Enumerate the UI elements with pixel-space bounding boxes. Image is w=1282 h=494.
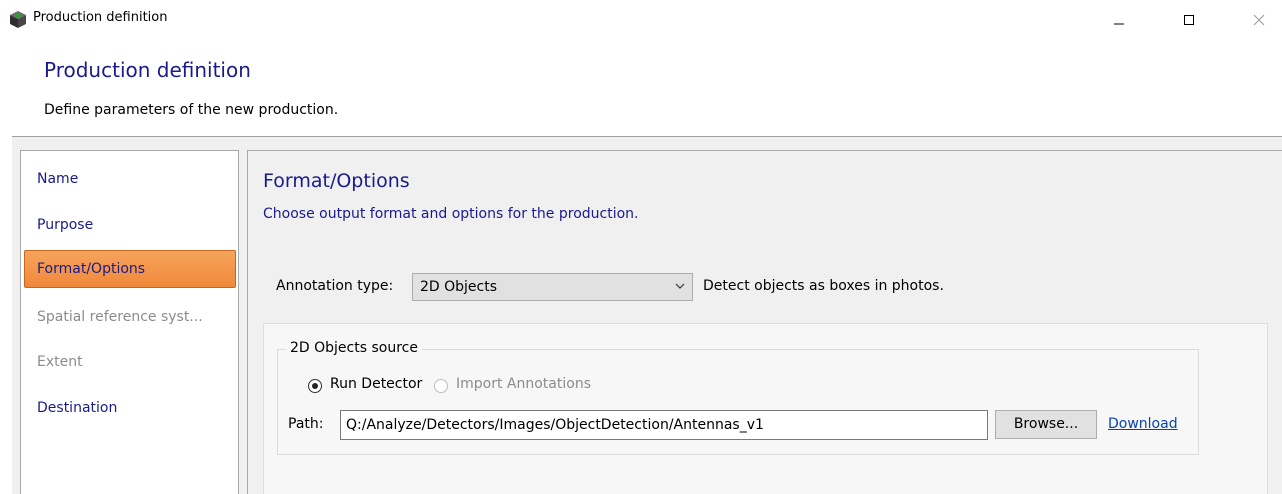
maximize-button[interactable] — [1166, 6, 1212, 34]
section-title: Format/Options — [263, 170, 410, 192]
objects-source-group: 2D Objects source Run Detector Import An… — [277, 340, 1199, 455]
annotation-type-hint: Detect objects as boxes in photos. — [703, 278, 944, 294]
close-icon — [1253, 14, 1265, 26]
annotation-type-label: Annotation type: — [276, 278, 394, 294]
minimize-button[interactable] — [1096, 6, 1142, 34]
run-detector-label[interactable]: Run Detector — [330, 376, 422, 392]
download-link[interactable]: Download — [1108, 416, 1178, 432]
window-title: Production definition — [33, 10, 168, 25]
title-bar: Production definition — [0, 0, 1282, 40]
wizard-steps-sidebar: Name Purpose Format/Options Spatial refe… — [20, 150, 239, 494]
sidebar-item-extent: Extent — [37, 354, 83, 370]
run-detector-radio[interactable] — [308, 379, 322, 393]
sidebar-item-destination[interactable]: Destination — [24, 389, 236, 427]
path-input[interactable]: Q:/Analyze/Detectors/Images/ObjectDetect… — [340, 410, 988, 440]
maximize-icon — [1184, 15, 1194, 25]
chevron-down-icon — [675, 283, 685, 289]
sidebar-item-spatial-reference-system: Spatial reference syst... — [37, 309, 203, 325]
annotation-type-select[interactable]: 2D Objects — [412, 273, 693, 301]
dark-cube-icon — [10, 11, 26, 28]
browse-button[interactable]: Browse... — [995, 410, 1097, 439]
annotation-type-value: 2D Objects — [420, 279, 498, 295]
path-label: Path: — [288, 416, 324, 432]
options-subpanel: 2D Objects source Run Detector Import An… — [263, 323, 1268, 494]
sidebar-item-format-options[interactable]: Format/Options — [24, 250, 236, 288]
sidebar-item-name[interactable]: Name — [24, 160, 236, 198]
section-description: Choose output format and options for the… — [263, 206, 639, 222]
import-annotations-radio — [434, 379, 448, 393]
import-annotations-label: Import Annotations — [456, 376, 591, 392]
format-options-panel: Format/Options Choose output format and … — [247, 150, 1282, 494]
sidebar-item-purpose[interactable]: Purpose — [24, 206, 236, 244]
wizard-title: Production definition — [44, 58, 251, 82]
group-title: 2D Objects source — [286, 340, 422, 356]
close-button[interactable] — [1236, 6, 1282, 34]
minimize-icon — [1114, 23, 1124, 25]
wizard-description: Define parameters of the new production. — [44, 102, 339, 118]
